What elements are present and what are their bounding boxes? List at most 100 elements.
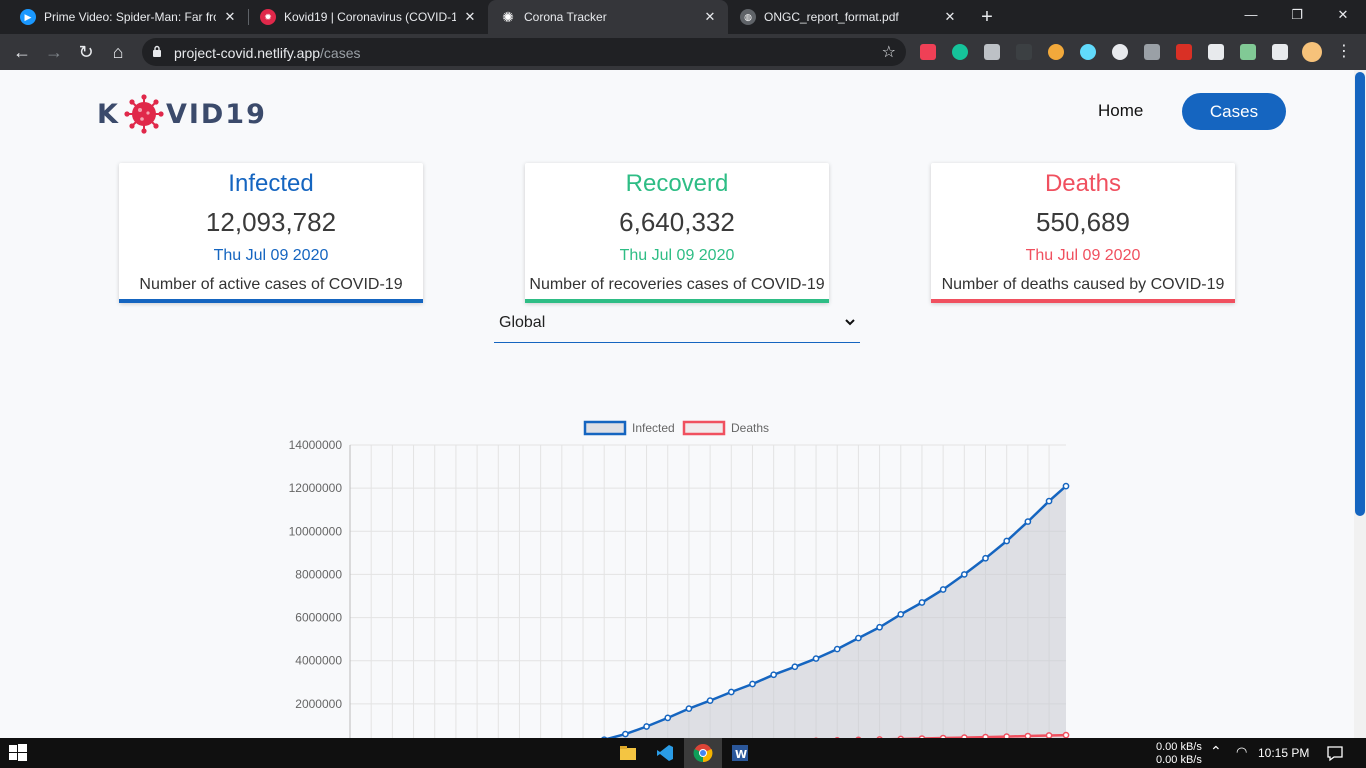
nav-home-link[interactable]: Home (1098, 101, 1143, 121)
close-window-button[interactable]: ✕ (1320, 0, 1366, 30)
chevron-down-icon (845, 319, 855, 326)
data-point (1045, 497, 1053, 505)
globe-icon: ◍ (740, 9, 756, 25)
back-button[interactable]: ← (10, 40, 34, 64)
url-host: project-covid.netlify.app (174, 45, 321, 61)
card-date: Thu Jul 09 2020 (213, 247, 329, 264)
close-tab-icon[interactable]: ✕ (942, 9, 958, 25)
wifi-icon[interactable]: ◠ (1236, 744, 1247, 760)
site-logo[interactable]: K VID 19 (97, 94, 267, 134)
react-devtools-icon[interactable] (1080, 44, 1096, 60)
card-count: 550,689 (1036, 207, 1130, 237)
legend-swatch (682, 420, 726, 436)
tab-corona-tracker[interactable]: ✺ Corona Tracker ✕ (488, 0, 728, 34)
minimize-button[interactable]: — (1228, 0, 1274, 30)
tab-prime-video[interactable]: ▶ Prime Video: Spider-Man: Far from ✕ (8, 0, 248, 34)
data-point (812, 655, 820, 662)
extension-icon[interactable] (1016, 44, 1032, 60)
home-button[interactable]: ⌂ (106, 40, 130, 64)
browser-toolbar: ← → ↻ ⌂ project-covid.netlify.app/cases … (0, 34, 1366, 70)
tab-title: Kovid19 | Coronavirus (COVID-19 (284, 10, 456, 24)
data-point (727, 688, 735, 696)
tab-title: Prime Video: Spider-Man: Far from (44, 10, 216, 24)
word-icon[interactable]: W (730, 743, 750, 763)
close-tab-icon[interactable]: ✕ (462, 9, 478, 25)
extension-icon[interactable] (1112, 44, 1128, 60)
extension-icon[interactable] (1240, 44, 1256, 60)
data-point (1024, 518, 1032, 525)
card-accent-bar (931, 299, 1235, 303)
lock-icon (153, 45, 161, 57)
svg-text:W: W (735, 748, 747, 761)
y-tick-label: 2000000 (295, 697, 342, 711)
vscode-icon[interactable] (655, 743, 675, 763)
close-tab-icon[interactable]: ✕ (702, 9, 718, 25)
nav-cases-button[interactable]: Cases (1182, 93, 1286, 130)
infected-card: Infected 12,093,782 Thu Jul 09 2020 Numb… (119, 163, 423, 303)
extension-icon[interactable] (984, 44, 1000, 60)
extension-icon[interactable] (1176, 44, 1192, 60)
clock-time[interactable]: 10:15 PM (1258, 746, 1309, 760)
data-point (622, 730, 629, 738)
extensions-puzzle-icon[interactable] (1272, 44, 1288, 60)
address-bar[interactable]: project-covid.netlify.app/cases ☆ (142, 38, 906, 66)
legend-label: Deaths (731, 421, 769, 435)
reload-button[interactable]: ↻ (74, 40, 98, 64)
recovered-card: Recoverd 6,640,332 Thu Jul 09 2020 Numbe… (525, 163, 829, 303)
logo-letter-k: K (97, 98, 120, 130)
data-point (1003, 537, 1011, 545)
data-point (770, 671, 778, 679)
file-explorer-icon[interactable] (618, 743, 638, 763)
data-point (791, 663, 799, 671)
page-content: K VID 19 Home Cases Infected 12,093,782 … (0, 70, 1354, 738)
logo-number: 19 (225, 98, 267, 130)
card-description: Number of deaths caused by COVID-19 (941, 276, 1225, 293)
grammarly-extension-icon[interactable] (952, 44, 968, 60)
extension-icon[interactable] (1208, 44, 1224, 60)
page-scrollbar-thumb[interactable] (1355, 72, 1365, 516)
system-tray-chevron-icon[interactable]: ⌃ (1210, 743, 1222, 760)
deaths-card: Deaths 550,689 Thu Jul 09 2020 Number of… (931, 163, 1235, 303)
close-tab-icon[interactable]: ✕ (222, 9, 238, 25)
pocket-extension-icon[interactable] (920, 44, 936, 60)
sun-icon: ✺ (502, 8, 514, 25)
url-text: project-covid.netlify.app/cases (174, 45, 361, 61)
menu-kebab-icon[interactable]: ⋮ (1332, 40, 1356, 64)
windows-taskbar: W 0.00 kB/s 0.00 kB/s ⌃ ◠ 10:15 PM (0, 738, 1366, 768)
y-tick-label: 4000000 (295, 654, 342, 668)
data-point (855, 634, 862, 642)
y-tick-label: 6000000 (295, 611, 342, 625)
y-tick-label: 10000000 (289, 524, 343, 538)
card-date: Thu Jul 09 2020 (1025, 247, 1141, 264)
y-tick-label: 14000000 (289, 438, 343, 452)
card-count: 12,093,782 (205, 207, 337, 237)
country-select[interactable]: Global (494, 306, 860, 343)
notification-center-icon[interactable] (1325, 743, 1345, 763)
virus-icon: ✹ (260, 9, 276, 25)
cases-line-chart: 0200000040000006000000800000010000000120… (289, 420, 1070, 738)
legend-label: Infected (632, 421, 675, 435)
profile-avatar[interactable] (1302, 42, 1322, 62)
data-point (643, 723, 650, 730)
y-tick-label: 8000000 (295, 567, 342, 581)
data-point (685, 705, 693, 712)
card-description: Number of active cases of COVID-19 (139, 276, 403, 293)
forward-button[interactable]: → (42, 40, 66, 64)
legend-swatch (583, 420, 627, 436)
data-point (876, 623, 883, 631)
restore-button[interactable]: ❐ (1274, 0, 1320, 30)
chrome-icon[interactable] (693, 743, 713, 763)
tab-title: Corona Tracker (524, 10, 607, 24)
data-point (1062, 482, 1070, 490)
new-tab-button[interactable]: + (976, 6, 998, 28)
card-accent-bar (525, 299, 829, 303)
tab-kovid19[interactable]: ✹ Kovid19 | Coronavirus (COVID-19 ✕ (248, 0, 488, 34)
card-title: Infected (228, 170, 314, 197)
card-count: 6,640,332 (619, 207, 735, 237)
extension-icon[interactable] (1048, 44, 1064, 60)
network-upload-speed: 0.00 kB/s (1156, 741, 1202, 753)
windows-start-icon[interactable] (8, 743, 28, 763)
tab-ongc-pdf[interactable]: ◍ ONGC_report_format.pdf ✕ (728, 0, 968, 34)
bookmark-star-icon[interactable]: ☆ (882, 42, 896, 62)
extension-icon[interactable] (1144, 44, 1160, 60)
